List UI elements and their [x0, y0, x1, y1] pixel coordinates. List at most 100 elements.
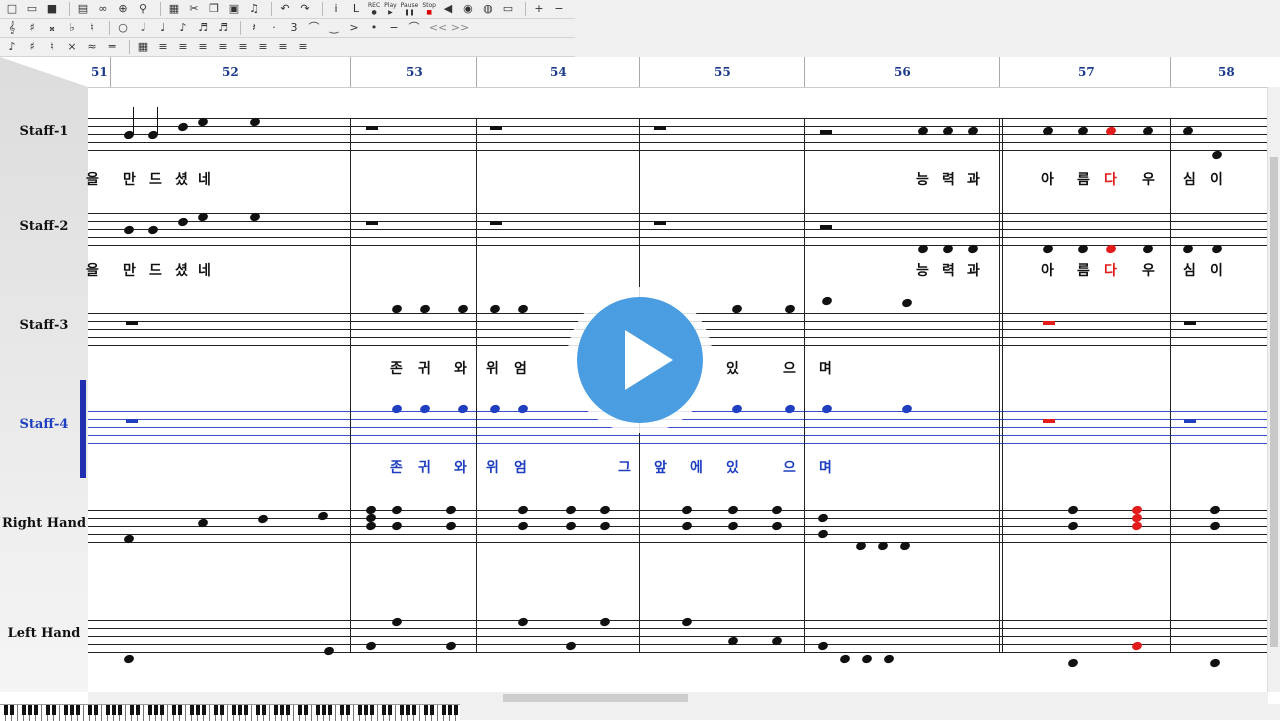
half-rest[interactable]	[820, 225, 832, 229]
undo-icon[interactable]: ↶	[277, 2, 293, 16]
piano-black-key[interactable]	[256, 705, 260, 715]
whole-rest[interactable]	[126, 419, 138, 423]
piano-black-key[interactable]	[202, 705, 206, 715]
save-icon[interactable]: ■	[44, 2, 60, 16]
piano-black-key[interactable]	[112, 705, 116, 715]
lyric-syllable[interactable]: 아	[1041, 260, 1054, 280]
lyric-syllable[interactable]: 우	[1142, 260, 1155, 280]
whole-rest[interactable]	[490, 126, 502, 130]
whole-rest[interactable]	[654, 126, 666, 130]
lyric-syllable[interactable]: 능	[916, 260, 929, 280]
piano-black-key[interactable]	[130, 705, 134, 715]
whole-note-icon[interactable]: ○	[115, 21, 131, 35]
tenuto-icon[interactable]: −	[386, 21, 402, 35]
measure-number[interactable]: 56	[894, 65, 911, 79]
lyric-syllable[interactable]: 네	[198, 260, 211, 280]
redo-icon[interactable]: ↷	[297, 2, 313, 16]
whole-rest-playing[interactable]	[1043, 321, 1055, 325]
new-file-icon[interactable]: □	[4, 2, 20, 16]
piano-black-key[interactable]	[52, 705, 56, 715]
lyric-syllable[interactable]: 이	[1210, 169, 1223, 189]
note[interactable]	[838, 653, 852, 665]
whole-rest[interactable]	[490, 221, 502, 225]
align-right-icon[interactable]: ≡	[195, 40, 211, 54]
whole-rest[interactable]	[126, 321, 138, 325]
thirtysecond-note-icon[interactable]: ♬	[215, 21, 231, 35]
align-grid-icon[interactable]: ▦	[135, 40, 151, 54]
piano-black-key[interactable]	[262, 705, 266, 715]
lyric-syllable[interactable]: 으	[783, 358, 796, 378]
piano-black-key[interactable]	[190, 705, 194, 715]
lyric-syllable[interactable]: 에	[690, 457, 703, 477]
piano-black-key[interactable]	[4, 705, 8, 715]
piano-black-key[interactable]	[388, 705, 392, 715]
info-icon[interactable]: i	[328, 2, 344, 16]
lyric-syllable[interactable]: 우	[1142, 169, 1155, 189]
double-sharp-icon[interactable]: 𝄪	[44, 21, 60, 35]
spacing-icon[interactable]: ≡	[275, 40, 291, 54]
open-folder-icon[interactable]: ▭	[24, 2, 40, 16]
stop-button[interactable]: Stop ■	[422, 2, 436, 16]
glasses-icon[interactable]: ∞	[95, 2, 111, 16]
lyric-syllable[interactable]: 과	[967, 260, 980, 280]
beam-icon[interactable]: ═	[104, 40, 120, 54]
quarter-note-icon[interactable]: ♩	[155, 21, 171, 35]
measure-number[interactable]: 51	[91, 65, 108, 79]
lyric-syllable[interactable]: 엄	[514, 358, 527, 378]
sharp-icon[interactable]: ♯	[24, 21, 40, 35]
piano-black-key[interactable]	[442, 705, 446, 715]
piano-black-key[interactable]	[46, 705, 50, 715]
piano-black-key[interactable]	[22, 705, 26, 715]
measure-number[interactable]: 55	[714, 65, 731, 79]
piano-black-key[interactable]	[88, 705, 92, 715]
lyric-syllable[interactable]: 그	[618, 457, 631, 477]
staff-label-staff-4[interactable]: Staff-4	[0, 417, 88, 432]
piano-black-key[interactable]	[196, 705, 200, 715]
staff-label-staff-2[interactable]: Staff-2	[0, 219, 88, 234]
lyric-syllable[interactable]: 름	[1077, 260, 1090, 280]
note[interactable]	[900, 297, 914, 309]
piano-black-key[interactable]	[406, 705, 410, 715]
lyrics-icon[interactable]: L	[348, 2, 364, 16]
piano-black-key[interactable]	[298, 705, 302, 715]
note[interactable]	[1210, 149, 1224, 161]
piano-black-key[interactable]	[136, 705, 140, 715]
vertical-scrollbar[interactable]	[1267, 87, 1280, 692]
lyric-syllable[interactable]: 네	[198, 169, 211, 189]
piano-black-key[interactable]	[148, 705, 152, 715]
print-icon[interactable]: ▦	[166, 2, 182, 16]
fermata-icon[interactable]: ⌒	[406, 21, 422, 35]
triplet-icon[interactable]: 3	[286, 21, 302, 35]
lyric-syllable[interactable]: 있	[726, 457, 739, 477]
lyric-syllable[interactable]: 셨	[175, 260, 188, 280]
lyric-syllable[interactable]: 엄	[514, 457, 527, 477]
piano-black-key[interactable]	[76, 705, 80, 715]
natural-icon[interactable]: ♮	[84, 21, 100, 35]
lyric-syllable[interactable]: 와	[454, 457, 467, 477]
piano-black-key[interactable]	[430, 705, 434, 715]
paste-icon[interactable]: ▣	[226, 2, 242, 16]
outdent-icon[interactable]: ≡	[255, 40, 271, 54]
lyric-syllable-current[interactable]: 다	[1104, 260, 1117, 280]
piano-black-key[interactable]	[274, 705, 278, 715]
lyric-syllable[interactable]: 으	[783, 457, 796, 477]
lyric-syllable[interactable]: 귀	[418, 358, 431, 378]
keyboard-icon[interactable]: ▭	[500, 2, 516, 16]
whole-rest[interactable]	[654, 221, 666, 225]
lyric-syllable[interactable]: 만	[123, 260, 136, 280]
piano-black-key[interactable]	[10, 705, 14, 715]
lyric-syllable[interactable]: 능	[916, 169, 929, 189]
piano-black-key[interactable]	[232, 705, 236, 715]
note[interactable]	[820, 295, 834, 307]
speaker-icon[interactable]: ◀	[440, 2, 456, 16]
piano-black-key[interactable]	[160, 705, 164, 715]
lyric-syllable[interactable]: 을	[86, 169, 99, 189]
staff-label-staff-3[interactable]: Staff-3	[0, 318, 88, 333]
piano-black-key[interactable]	[400, 705, 404, 715]
clef-icon[interactable]: 𝄞	[4, 21, 20, 35]
search-icon[interactable]: ⚲	[135, 2, 151, 16]
nav-arrows[interactable]: << >>	[426, 21, 472, 35]
piano-black-key[interactable]	[154, 705, 158, 715]
note[interactable]	[1208, 657, 1222, 669]
lyric-syllable[interactable]: 존	[390, 358, 403, 378]
